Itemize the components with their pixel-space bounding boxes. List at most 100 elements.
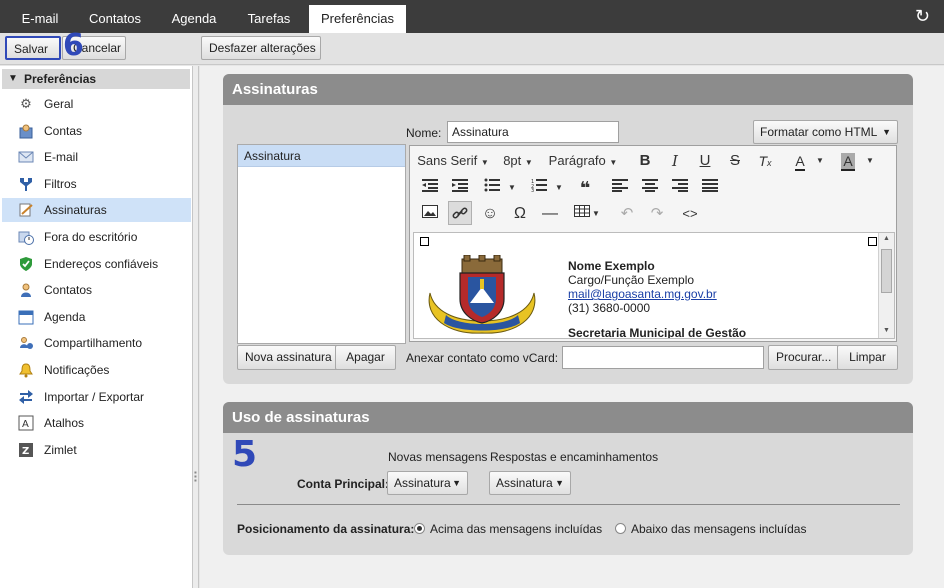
signature-role-text: Cargo/Função Exemplo — [568, 273, 695, 287]
refresh-icon[interactable]: ↻ — [915, 6, 930, 27]
chevron-down-icon[interactable]: ▼ — [506, 177, 518, 199]
clear-button[interactable]: Limpar — [837, 345, 898, 370]
source-code-icon[interactable]: <> — [680, 203, 700, 225]
splitter-grip-icon[interactable]: ▪ ▪ ▪ — [194, 469, 197, 485]
undo-changes-button[interactable]: Desfazer alterações — [201, 36, 321, 60]
sidebar-item-atalhos[interactable]: A Atalhos — [2, 411, 191, 435]
align-left-icon[interactable] — [610, 177, 630, 199]
new-signature-button[interactable]: Nova assinatura — [237, 345, 340, 370]
filter-icon — [18, 176, 34, 192]
signature-name-input[interactable]: Assinatura — [447, 121, 619, 143]
person-icon — [18, 282, 34, 298]
sidebar-item-label: Notificações — [44, 363, 110, 377]
list-item[interactable]: Assinatura — [238, 145, 405, 167]
chevron-down-icon[interactable]: ▼ — [864, 150, 876, 172]
clock-icon — [18, 229, 34, 245]
image-icon[interactable] — [420, 203, 440, 225]
step-annotation-5: 5 — [232, 434, 258, 475]
sidebar-item-fora-do-escritorio[interactable]: Fora do escritório — [2, 225, 191, 249]
table-icon[interactable] — [572, 203, 592, 225]
scroll-up-icon[interactable]: ▲ — [883, 235, 890, 242]
signature-email-link[interactable]: mail@lagoasanta.mg.gov.br — [568, 287, 717, 301]
sidebar-item-agenda[interactable]: Agenda — [2, 305, 191, 329]
chevron-down-icon[interactable]: ▼ — [553, 177, 565, 199]
special-character-icon[interactable]: Ω — [510, 203, 530, 225]
background-color-icon[interactable]: A — [838, 150, 858, 172]
sidebar-item-email[interactable]: E-mail — [2, 145, 191, 169]
new-messages-signature-select[interactable]: Assinatura ▼ — [387, 471, 468, 495]
tab-contacts[interactable]: Contatos — [78, 5, 152, 33]
tab-preferences[interactable]: Preferências — [309, 5, 406, 33]
bold-icon[interactable]: B — [635, 150, 655, 172]
signature-editor: Sans Serif ▼ 8pt ▼ Parágrafo ▼ B I U S T… — [409, 145, 897, 342]
browse-button[interactable]: Procurar... — [768, 345, 840, 370]
replies-signature-select[interactable]: Assinatura ▼ — [489, 471, 571, 495]
indent-icon[interactable] — [450, 177, 470, 199]
share-icon — [18, 335, 34, 351]
chevron-down-icon[interactable]: ▼ — [814, 150, 826, 172]
sidebar-item-label: Compartilhamento — [44, 336, 143, 350]
radio-below-label[interactable]: Abaixo das mensagens incluídas — [631, 522, 806, 536]
align-justify-icon[interactable] — [700, 177, 720, 199]
format-dropdown-label: Formatar como HTML — [760, 125, 878, 139]
tab-calendar[interactable]: Agenda — [160, 5, 228, 33]
sidebar-header[interactable]: ▼ Preferências — [2, 69, 190, 89]
scrollbar-thumb[interactable] — [881, 249, 892, 293]
font-family-dropdown[interactable]: Sans Serif ▼ — [416, 150, 490, 172]
align-center-icon[interactable] — [640, 177, 660, 199]
resize-handle[interactable] — [420, 237, 429, 246]
tab-tasks[interactable]: Tarefas — [236, 5, 302, 33]
paragraph-dropdown[interactable]: Parágrafo ▼ — [547, 150, 619, 172]
scroll-down-icon[interactable]: ▼ — [883, 327, 890, 334]
save-button[interactable]: Salvar — [5, 36, 61, 60]
sidebar-item-label: Assinaturas — [44, 203, 107, 217]
sidebar-item-assinaturas[interactable]: Assinaturas — [2, 198, 191, 222]
horizontal-line-icon[interactable]: — — [540, 203, 560, 225]
resize-handle[interactable] — [868, 237, 877, 246]
sidebar-item-contatos[interactable]: Contatos — [2, 278, 191, 302]
sidebar-item-importar-exportar[interactable]: Importar / Exportar — [2, 385, 191, 409]
bullet-list-icon[interactable] — [482, 177, 502, 199]
signature-list[interactable]: Assinatura — [237, 144, 406, 344]
sidebar-item-zimlet[interactable]: Z Zimlet — [2, 438, 191, 462]
sidebar-item-compartilhamento[interactable]: Compartilhamento — [2, 331, 191, 355]
link-icon[interactable] — [448, 201, 472, 225]
text-color-icon[interactable]: A — [790, 150, 810, 172]
sidebar-header-label: Preferências — [24, 72, 97, 86]
format-html-dropdown[interactable]: Formatar como HTML ▼ — [753, 120, 898, 144]
account-label: Conta Principal: — [297, 477, 390, 491]
radio-above-label[interactable]: Acima das mensagens incluídas — [430, 522, 602, 536]
sidebar-item-enderecos-confiaveis[interactable]: Endereços confiáveis — [2, 252, 191, 276]
sidebar-splitter[interactable]: ▪ ▪ ▪ — [193, 66, 199, 588]
zimlet-icon: Z — [18, 442, 34, 458]
signature-icon — [18, 202, 34, 218]
blockquote-icon[interactable]: ❝ — [575, 177, 595, 199]
font-size-dropdown[interactable]: 8pt ▼ — [500, 150, 536, 172]
emoji-icon[interactable]: ☺ — [480, 203, 500, 225]
delete-signature-button[interactable]: Apagar — [335, 345, 396, 370]
strikethrough-icon[interactable]: S — [725, 150, 745, 172]
clear-format-icon[interactable]: Tx — [755, 150, 775, 172]
sidebar-item-label: Filtros — [44, 177, 77, 191]
sidebar-item-contas[interactable]: Contas — [2, 119, 191, 143]
collapse-triangle-icon[interactable]: ▼ — [8, 69, 18, 89]
sidebar-item-notificacoes[interactable]: Notificações — [2, 358, 191, 382]
sidebar-item-filtros[interactable]: Filtros — [2, 172, 191, 196]
numbered-list-icon[interactable]: 123 — [529, 177, 549, 199]
vcard-input[interactable] — [562, 346, 764, 369]
radio-above[interactable] — [414, 523, 425, 534]
radio-below[interactable] — [615, 523, 626, 534]
outdent-icon[interactable] — [420, 177, 440, 199]
undo-icon[interactable]: ↶ — [617, 203, 637, 225]
align-right-icon[interactable] — [670, 177, 690, 199]
chevron-down-icon[interactable]: ▼ — [591, 203, 601, 225]
italic-icon[interactable]: I — [665, 150, 685, 172]
accounts-icon — [18, 123, 34, 139]
signature-editor-content[interactable]: Nome Exemplo Cargo/Função Exemplo mail@l… — [413, 232, 895, 339]
underline-icon[interactable]: U — [695, 150, 715, 172]
redo-icon[interactable]: ↷ — [647, 203, 667, 225]
editor-scrollbar[interactable]: ▲ ▼ — [878, 233, 894, 338]
shield-icon — [18, 256, 34, 272]
chevron-down-icon: ▼ — [524, 158, 533, 167]
sidebar-item-geral[interactable]: ⚙ Geral — [2, 92, 191, 116]
